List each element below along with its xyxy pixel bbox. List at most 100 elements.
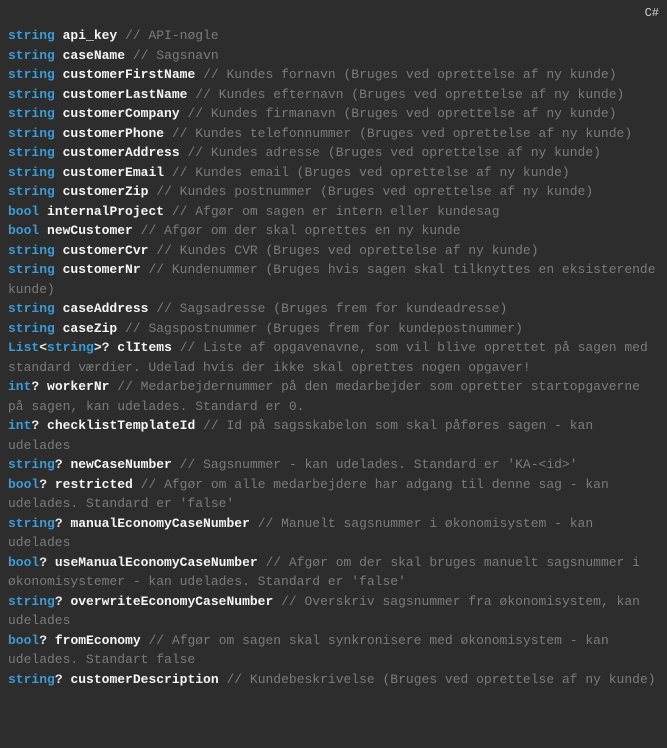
nullable-mark: ? [31, 418, 39, 433]
code-line: string customerLastName // Kundes eftern… [8, 85, 659, 105]
code-line: bool newCustomer // Afgør om der skal op… [8, 221, 659, 241]
type-keyword: bool [8, 204, 39, 219]
type-keyword: int [8, 379, 31, 394]
type-keyword: string [8, 67, 55, 82]
code-line: string caseAddress // Sagsadresse (Bruge… [8, 299, 659, 319]
type-keyword: string [8, 145, 55, 160]
identifier: workerNr [47, 379, 109, 394]
code-line: string caseZip // Sagspostnummer (Bruges… [8, 319, 659, 339]
nullable-mark: ? [31, 379, 39, 394]
nullable-mark: ? [55, 516, 63, 531]
code-line: string customerZip // Kundes postnummer … [8, 182, 659, 202]
nullable-mark: ? [55, 594, 63, 609]
comment: // Sagsadresse (Bruges frem for kundeadr… [156, 301, 507, 316]
type-keyword: string [8, 516, 55, 531]
comment: // Sagsnavn [133, 48, 219, 63]
code-line: List<string>? clItems // Liste af opgave… [8, 338, 659, 377]
generic-open: < [39, 340, 47, 355]
comment: // Kundes fornavn (Bruges ved oprettelse… [203, 67, 616, 82]
code-line: string customerEmail // Kundes email (Br… [8, 163, 659, 183]
identifier: customerAddress [63, 145, 180, 160]
generic-close: > [94, 340, 102, 355]
comment: // Kundebeskrivelse (Bruges ved oprettel… [226, 672, 655, 687]
comment: // Kundes adresse (Bruges ved oprettelse… [187, 145, 600, 160]
identifier: caseZip [63, 321, 118, 336]
code-line: string customerCvr // Kundes CVR (Bruges… [8, 241, 659, 261]
type-keyword: string [8, 28, 55, 43]
identifier: api_key [63, 28, 118, 43]
identifier: caseName [63, 48, 125, 63]
code-line: bool? useManualEconomyCaseNumber // Afgø… [8, 553, 659, 592]
type-keyword: string [8, 48, 55, 63]
identifier: fromEconomy [55, 633, 141, 648]
identifier: useManualEconomyCaseNumber [55, 555, 258, 570]
code-line: string? manualEconomyCaseNumber // Manue… [8, 514, 659, 553]
nullable-mark: ? [39, 633, 47, 648]
type-keyword: string [8, 106, 55, 121]
identifier: restricted [55, 477, 133, 492]
type-keyword: bool [8, 633, 39, 648]
type-keyword: string [8, 672, 55, 687]
type-keyword: string [8, 184, 55, 199]
code-content: string api_key // API-nøglestring caseNa… [8, 26, 659, 689]
comment: // Kundes CVR (Bruges ved oprettelse af … [156, 243, 538, 258]
type-keyword: string [47, 340, 94, 355]
comment: // API-nøgle [125, 28, 219, 43]
comment: // Kundes efternavn (Bruges ved oprettel… [195, 87, 624, 102]
code-line: string customerNr // Kundenummer (Bruges… [8, 260, 659, 299]
type-keyword: bool [8, 477, 39, 492]
code-line: string? customerDescription // Kundebesk… [8, 670, 659, 690]
nullable-mark: ? [102, 340, 110, 355]
identifier: customerCvr [63, 243, 149, 258]
identifier: customerCompany [63, 106, 180, 121]
identifier: checklistTemplateId [47, 418, 195, 433]
nullable-mark: ? [55, 457, 63, 472]
comment: // Sagsnummer - kan udelades. Standard e… [180, 457, 578, 472]
type-keyword: string [8, 243, 55, 258]
identifier: customerNr [63, 262, 141, 277]
type-keyword: string [8, 301, 55, 316]
type-keyword: string [8, 457, 55, 472]
code-line: bool internalProject // Afgør om sagen e… [8, 202, 659, 222]
identifier: customerLastName [63, 87, 188, 102]
identifier: caseAddress [63, 301, 149, 316]
code-line: string customerAddress // Kundes adresse… [8, 143, 659, 163]
code-line: string? overwriteEconomyCaseNumber // Ov… [8, 592, 659, 631]
type-keyword: string [8, 262, 55, 277]
nullable-mark: ? [39, 477, 47, 492]
nullable-mark: ? [39, 555, 47, 570]
identifier: customerEmail [63, 165, 164, 180]
type-keyword: bool [8, 555, 39, 570]
comment: // Sagspostnummer (Bruges frem for kunde… [125, 321, 523, 336]
code-line: string api_key // API-nøgle [8, 26, 659, 46]
code-line: string customerPhone // Kundes telefonnu… [8, 124, 659, 144]
code-line: string customerFirstName // Kundes forna… [8, 65, 659, 85]
comment: // Kundes postnummer (Bruges ved oprette… [156, 184, 593, 199]
code-line: bool? fromEconomy // Afgør om sagen skal… [8, 631, 659, 670]
identifier: customerPhone [63, 126, 164, 141]
identifier: customerFirstName [63, 67, 196, 82]
identifier: newCaseNumber [70, 457, 171, 472]
identifier: internalProject [47, 204, 164, 219]
nullable-mark: ? [55, 672, 63, 687]
type-keyword: string [8, 87, 55, 102]
identifier: customerDescription [70, 672, 218, 687]
comment: // Afgør om der skal oprettes en ny kund… [141, 223, 461, 238]
type-keyword: string [8, 126, 55, 141]
code-line: string? newCaseNumber // Sagsnummer - ka… [8, 455, 659, 475]
type-keyword: string [8, 594, 55, 609]
type-keyword: string [8, 165, 55, 180]
code-line: string customerCompany // Kundes firmana… [8, 104, 659, 124]
code-line: int? checklistTemplateId // Id på sagssk… [8, 416, 659, 455]
code-line: int? workerNr // Medarbejdernummer på de… [8, 377, 659, 416]
type-keyword: int [8, 418, 31, 433]
type-keyword: bool [8, 223, 39, 238]
code-line: bool? restricted // Afgør om alle medarb… [8, 475, 659, 514]
identifier: customerZip [63, 184, 149, 199]
identifier: manualEconomyCaseNumber [70, 516, 249, 531]
comment: // Kundes email (Bruges ved oprettelse a… [172, 165, 570, 180]
language-badge: C# [645, 4, 659, 22]
identifier: clItems [117, 340, 172, 355]
type-keyword: List [8, 340, 39, 355]
type-keyword: string [8, 321, 55, 336]
